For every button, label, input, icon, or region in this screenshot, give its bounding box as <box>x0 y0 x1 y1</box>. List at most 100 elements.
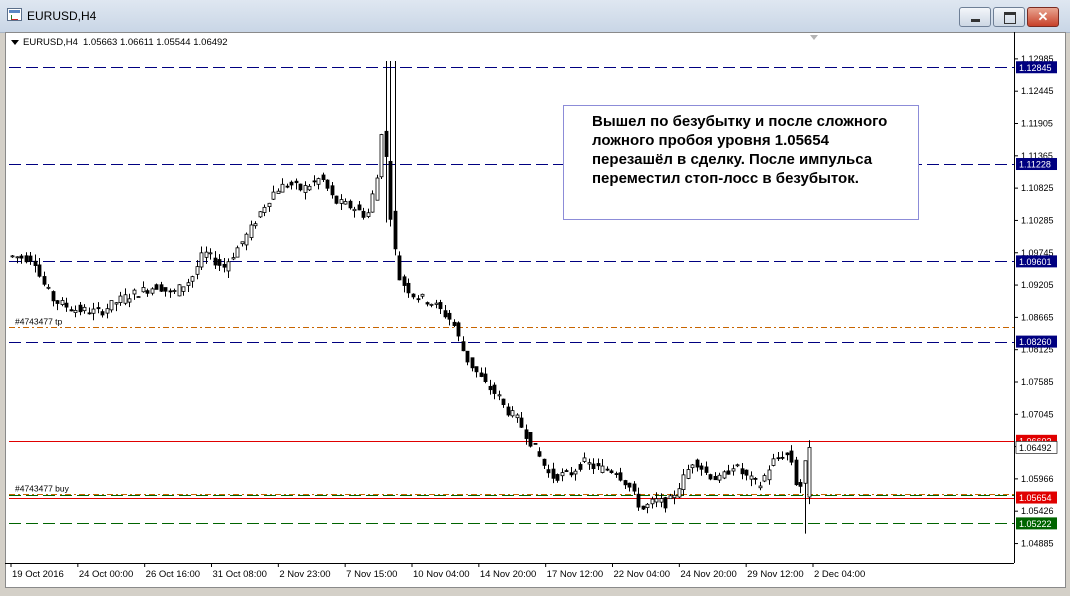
candle[interactable] <box>551 462 556 484</box>
candle[interactable] <box>681 469 686 496</box>
candle[interactable] <box>388 60 393 227</box>
candle[interactable] <box>222 258 227 273</box>
candle[interactable] <box>794 456 799 486</box>
candle[interactable] <box>262 204 267 217</box>
candle[interactable] <box>623 479 628 490</box>
candle[interactable] <box>82 304 87 314</box>
candle[interactable] <box>443 305 448 319</box>
candle[interactable] <box>145 288 150 297</box>
candle[interactable] <box>370 190 375 213</box>
candle[interactable] <box>762 473 767 483</box>
candle[interactable] <box>190 275 195 288</box>
candle[interactable] <box>285 183 290 189</box>
candle[interactable] <box>699 462 704 476</box>
candle[interactable] <box>114 302 119 312</box>
candle[interactable] <box>406 278 411 298</box>
candle[interactable] <box>537 447 542 458</box>
candle[interactable] <box>271 185 276 200</box>
candle[interactable] <box>695 458 700 472</box>
candle[interactable] <box>19 253 24 264</box>
candle[interactable] <box>528 431 533 448</box>
candle[interactable] <box>515 413 520 423</box>
candle[interactable] <box>73 305 78 318</box>
candle[interactable] <box>542 458 547 469</box>
candle[interactable] <box>600 458 605 474</box>
candle[interactable] <box>186 278 191 293</box>
candle[interactable] <box>289 180 294 190</box>
candle[interactable] <box>483 367 488 384</box>
minimize-button[interactable] <box>959 7 991 27</box>
candle[interactable] <box>168 288 173 298</box>
candle[interactable] <box>343 198 348 205</box>
candle[interactable] <box>159 281 164 293</box>
title-bar[interactable]: EURUSD,H4 ✕ <box>0 0 1070 33</box>
candle[interactable] <box>91 302 96 321</box>
candle[interactable] <box>591 458 596 475</box>
candle[interactable] <box>569 466 574 478</box>
candle[interactable] <box>573 468 578 481</box>
candle[interactable] <box>677 482 682 498</box>
candle[interactable] <box>316 177 321 190</box>
candle[interactable] <box>69 306 74 312</box>
candle[interactable] <box>87 307 92 315</box>
candle[interactable] <box>361 207 366 220</box>
candle[interactable] <box>731 464 736 476</box>
candle[interactable] <box>132 288 137 300</box>
candle[interactable] <box>28 252 33 265</box>
candle[interactable] <box>213 251 218 270</box>
candle[interactable] <box>240 241 245 247</box>
candle[interactable] <box>181 286 186 296</box>
candle[interactable] <box>434 299 439 309</box>
candle[interactable] <box>294 178 299 190</box>
candle[interactable] <box>798 479 803 494</box>
candle[interactable] <box>352 206 357 218</box>
candle[interactable] <box>208 248 213 260</box>
candle[interactable] <box>348 199 353 210</box>
candle[interactable] <box>321 172 326 182</box>
maximize-button[interactable] <box>993 7 1025 27</box>
candle[interactable] <box>614 471 619 478</box>
candle[interactable] <box>582 452 587 464</box>
candle[interactable] <box>244 232 249 251</box>
candle[interactable] <box>807 440 812 505</box>
candle[interactable] <box>307 184 312 191</box>
candle[interactable] <box>258 211 263 219</box>
chart-window-icon[interactable] <box>7 8 22 21</box>
candle[interactable] <box>253 221 258 229</box>
candle[interactable] <box>708 473 713 481</box>
candle[interactable] <box>767 465 772 485</box>
candle[interactable] <box>555 473 560 483</box>
candle[interactable] <box>744 469 749 481</box>
candle[interactable] <box>267 202 272 212</box>
candle[interactable] <box>645 502 650 514</box>
candle[interactable] <box>560 468 565 482</box>
header-arrow-icon[interactable] <box>11 40 19 45</box>
candle[interactable] <box>397 251 402 281</box>
candle[interactable] <box>177 284 182 297</box>
candle[interactable] <box>366 208 371 219</box>
candle[interactable] <box>452 319 457 328</box>
candle[interactable] <box>726 464 731 475</box>
candle[interactable] <box>357 201 362 211</box>
candle[interactable] <box>141 281 146 293</box>
candle[interactable] <box>217 254 222 272</box>
candle[interactable] <box>127 293 132 308</box>
candle[interactable] <box>420 293 425 299</box>
candle[interactable] <box>492 382 497 400</box>
candle[interactable] <box>109 300 114 313</box>
candle[interactable] <box>785 452 790 461</box>
candle[interactable] <box>758 481 763 491</box>
candle[interactable] <box>474 366 479 378</box>
candle[interactable] <box>375 174 380 201</box>
candle[interactable] <box>465 350 470 366</box>
candle[interactable] <box>753 477 758 485</box>
candle[interactable] <box>641 505 646 510</box>
candle[interactable] <box>235 245 240 258</box>
candle[interactable] <box>596 458 601 471</box>
candle[interactable] <box>429 303 434 308</box>
candle[interactable] <box>303 181 308 200</box>
candle[interactable] <box>154 283 159 290</box>
candle[interactable] <box>325 179 330 192</box>
candle[interactable] <box>249 220 254 241</box>
candle[interactable] <box>123 288 128 306</box>
